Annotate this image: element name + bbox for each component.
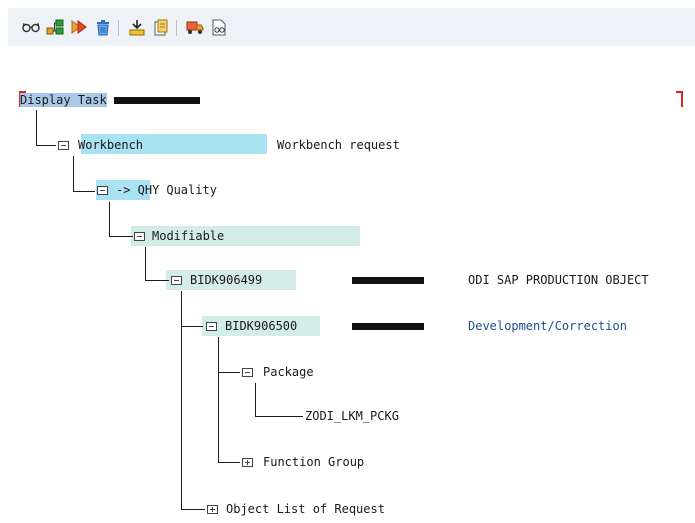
status-node[interactable]: Modifiable — [134, 226, 224, 246]
task-node[interactable]: BIDK906500 — [206, 316, 297, 336]
folder-open-icon[interactable] — [58, 140, 69, 150]
task-description[interactable]: Development/Correction — [468, 316, 627, 336]
task-owner — [352, 316, 424, 336]
redacted-owner — [352, 276, 424, 284]
package-child-node[interactable]: ZODI_LKM_PCKG — [305, 406, 399, 426]
request-description-text: ODI SAP PRODUCTION OBJECT — [468, 273, 649, 287]
request-node[interactable]: BIDK906499 — [171, 270, 262, 290]
tree-root-node[interactable]: Display Task — [20, 90, 200, 110]
request-description: ODI SAP PRODUCTION OBJECT — [468, 270, 649, 290]
workbench-node[interactable]: Workbench — [58, 135, 143, 155]
folder-open-icon[interactable] — [171, 275, 182, 285]
function-group-node[interactable]: Function Group — [242, 452, 364, 472]
redacted-owner — [352, 322, 424, 330]
folder-open-icon[interactable] — [134, 231, 145, 241]
folder-open-icon[interactable] — [242, 367, 253, 377]
request-id: BIDK906499 — [190, 273, 263, 287]
tree-line — [36, 145, 56, 146]
task-id: BIDK906500 — [225, 319, 298, 333]
task-description-text: Development/Correction — [468, 319, 627, 333]
workbench-description: Workbench request — [277, 135, 400, 155]
folder-open-icon[interactable] — [97, 185, 108, 195]
request-owner — [352, 270, 424, 290]
transport-request-tree: Display Task Workbench Workbench request… — [0, 0, 695, 523]
tree-line — [109, 202, 110, 237]
selection-corner-right — [676, 91, 683, 107]
workbench-label: Workbench — [78, 138, 144, 152]
sap-transport-organizer-window: Display Task Workbench Workbench request… — [0, 0, 695, 523]
tree-line — [181, 509, 205, 510]
tree-line — [73, 191, 95, 192]
folder-closed-icon[interactable] — [242, 457, 253, 467]
tree-line — [145, 280, 169, 281]
tree-line — [255, 416, 303, 417]
tree-line — [181, 326, 203, 327]
tree-line — [109, 236, 133, 237]
tree-line — [218, 372, 240, 373]
root-label: Display Task — [20, 93, 107, 107]
folder-open-icon[interactable] — [206, 321, 217, 331]
tree-line — [218, 337, 219, 463]
status-label: Modifiable — [152, 229, 225, 243]
tree-line — [145, 247, 146, 281]
tree-line — [181, 291, 182, 510]
function-group-label: Function Group — [263, 455, 365, 469]
folder-closed-icon[interactable] — [207, 504, 218, 514]
tree-line — [255, 383, 256, 417]
tree-line — [36, 110, 37, 146]
target-system-node[interactable]: -> QHY Quality — [97, 180, 217, 200]
package-child-label: ZODI_LKM_PCKG — [305, 409, 399, 423]
package-node[interactable]: Package — [242, 362, 314, 382]
target-description: Quality — [166, 183, 217, 197]
object-list-label: Object List of Request — [226, 502, 385, 516]
tree-line — [73, 156, 74, 192]
workbench-description-text: Workbench request — [277, 138, 400, 152]
target-label: -> QHY — [116, 183, 160, 197]
object-list-node[interactable]: Object List of Request — [207, 499, 385, 519]
tree-line — [218, 462, 240, 463]
redacted-task-number — [113, 96, 200, 104]
package-label: Package — [263, 365, 314, 379]
